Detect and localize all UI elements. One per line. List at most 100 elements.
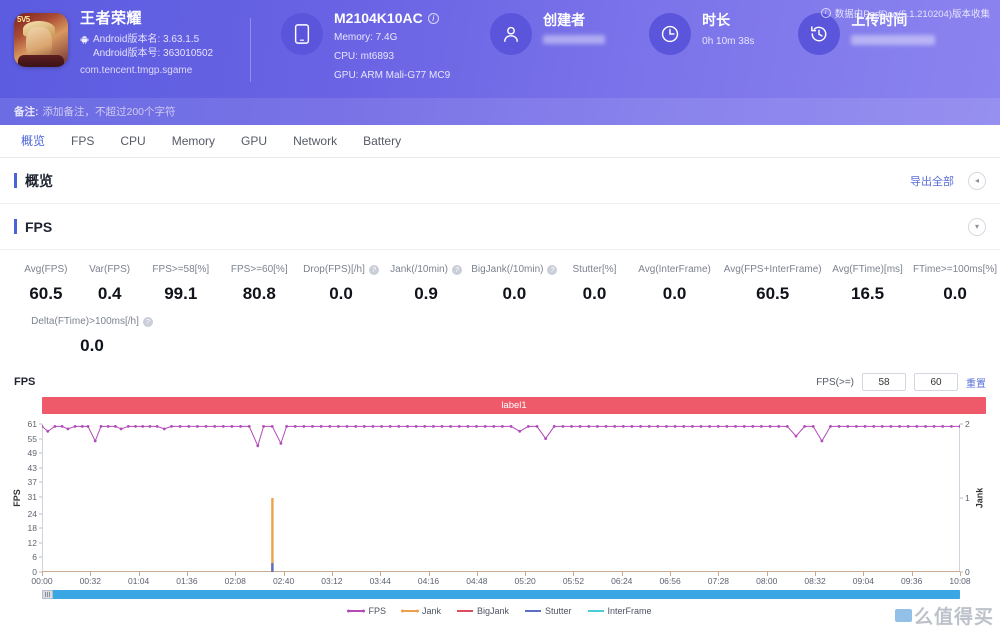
y-axis-tick-label: 55 bbox=[28, 434, 37, 444]
y-axis-tick-label: 24 bbox=[28, 509, 37, 519]
chart-range-scrollbar[interactable] bbox=[42, 590, 960, 599]
metric-value: 0.0 bbox=[560, 284, 629, 304]
app-version-name-row: Android版本名: 3.63.1.5 bbox=[80, 33, 213, 46]
series-point-fps bbox=[803, 425, 806, 428]
legend-label: InterFrame bbox=[608, 606, 652, 616]
series-point-fps bbox=[786, 425, 789, 428]
series-point-fps bbox=[924, 425, 927, 428]
series-point-fps bbox=[717, 425, 720, 428]
series-point-fps bbox=[743, 425, 746, 428]
help-icon[interactable]: ? bbox=[452, 265, 462, 275]
app-icon-art-shoulder bbox=[18, 55, 64, 67]
x-axis-tick-label: 10:08 bbox=[949, 576, 970, 586]
series-point-fps bbox=[751, 425, 754, 428]
export-all-button[interactable]: 导出全部 bbox=[910, 173, 954, 189]
series-point-fps bbox=[890, 425, 893, 428]
series-point-fps bbox=[484, 425, 487, 428]
remark-input-row[interactable]: 备注: 添加备注，不超过200个字符 bbox=[0, 98, 1000, 125]
series-point-fps bbox=[187, 425, 190, 428]
fps-threshold-b-input[interactable] bbox=[914, 373, 958, 391]
metrics-row-secondary: Delta(FTime)>100ms[/h]?0.0 bbox=[0, 316, 1000, 356]
x-axis-tick-label: 00:32 bbox=[80, 576, 101, 586]
collapse-left-icon[interactable]: ◂ bbox=[968, 172, 986, 190]
perfdog-version-text: 数据由PerfDog(5.1.210204)版本收集 bbox=[835, 6, 990, 20]
x-axis-tick-label: 04:16 bbox=[418, 576, 439, 586]
series-point-fps bbox=[94, 440, 97, 443]
series-point-fps bbox=[959, 425, 960, 428]
series-point-fps bbox=[294, 425, 297, 428]
series-point-fps bbox=[311, 425, 314, 428]
series-point-fps bbox=[163, 428, 166, 431]
scene-label-bar[interactable]: label1 bbox=[42, 397, 986, 414]
series-point-fps bbox=[553, 425, 556, 428]
tab-概览[interactable]: 概览 bbox=[8, 125, 58, 158]
help-icon[interactable]: ? bbox=[547, 265, 557, 275]
legend-item[interactable]: InterFrame bbox=[588, 606, 652, 616]
metric-cell: Delta(FTime)>100ms[/h]?0.0 bbox=[14, 316, 170, 356]
x-axis-tick-label: 05:20 bbox=[515, 576, 536, 586]
metric-label: Drop(FPS)[/h]? bbox=[299, 264, 384, 275]
app-package-name: com.tencent.tmgp.sgame bbox=[80, 65, 213, 76]
y-axis-tick-label: 31 bbox=[28, 492, 37, 502]
remark-placeholder[interactable]: 添加备注，不超过200个字符 bbox=[43, 104, 176, 119]
tab-memory[interactable]: Memory bbox=[159, 125, 228, 158]
series-point-fps bbox=[81, 425, 84, 428]
tab-cpu[interactable]: CPU bbox=[107, 125, 158, 158]
fps-threshold-a-input[interactable] bbox=[862, 373, 906, 391]
x-axis-tick-label: 05:52 bbox=[563, 576, 584, 586]
y2-axis-tick-mark bbox=[960, 424, 963, 425]
help-icon[interactable]: ? bbox=[143, 317, 153, 327]
info-icon[interactable]: i bbox=[428, 13, 439, 24]
tab-network[interactable]: Network bbox=[280, 125, 350, 158]
chevron-down-icon[interactable]: ▾ bbox=[968, 218, 986, 236]
series-point-fps bbox=[467, 425, 470, 428]
help-icon[interactable]: ? bbox=[369, 265, 379, 275]
series-line-fps bbox=[42, 426, 960, 445]
fps-chart: FPS FPS(>=) 重置 label1 FPS Jank 615549433… bbox=[0, 370, 1000, 618]
series-point-fps bbox=[475, 425, 478, 428]
fps-plot-area[interactable]: FPS Jank 61554943373124181260210 bbox=[42, 424, 960, 572]
scrollbar-handle[interactable] bbox=[42, 590, 53, 599]
series-point-fps bbox=[933, 425, 936, 428]
series-point-fps bbox=[527, 425, 530, 428]
tab-battery[interactable]: Battery bbox=[350, 125, 414, 158]
series-point-fps bbox=[114, 425, 117, 428]
series-point-fps bbox=[100, 425, 103, 428]
legend-item[interactable]: BigJank bbox=[457, 606, 509, 616]
android-icon bbox=[80, 35, 89, 44]
series-point-fps bbox=[639, 425, 642, 428]
reset-thresholds-button[interactable]: 重置 bbox=[966, 375, 986, 390]
legend-swatch bbox=[402, 610, 418, 612]
redacted-upload-time bbox=[851, 35, 935, 45]
series-point-fps bbox=[231, 425, 234, 428]
series-point-fps bbox=[855, 425, 858, 428]
clock-icon bbox=[649, 13, 691, 55]
series-point-fps bbox=[492, 425, 495, 428]
creator-info-block: 创建者 bbox=[490, 10, 605, 55]
series-point-fps bbox=[262, 425, 265, 428]
series-point-fps bbox=[760, 425, 763, 428]
series-point-fps bbox=[74, 425, 77, 428]
legend-item[interactable]: Stutter bbox=[525, 606, 572, 616]
series-point-fps bbox=[256, 444, 259, 447]
device-memory: Memory: 7.4G bbox=[334, 31, 450, 45]
legend-item[interactable]: FPS bbox=[348, 606, 386, 616]
series-point-fps bbox=[536, 425, 539, 428]
metric-value: 80.8 bbox=[220, 284, 298, 304]
x-axis-tick-label: 06:56 bbox=[659, 576, 680, 586]
series-point-fps bbox=[907, 425, 910, 428]
series-point-fps bbox=[613, 425, 616, 428]
series-point-fps bbox=[120, 428, 123, 431]
tab-fps[interactable]: FPS bbox=[58, 125, 107, 158]
fps-metrics: Avg(FPS)60.5Var(FPS)0.4FPS>=58[%]99.1FPS… bbox=[0, 250, 1000, 360]
legend-label: Jank bbox=[422, 606, 441, 616]
legend-swatch bbox=[525, 610, 541, 612]
series-point-fps bbox=[605, 425, 608, 428]
series-point-fps bbox=[432, 425, 435, 428]
series-point-fps bbox=[239, 425, 242, 428]
metrics-row-primary: Avg(FPS)60.5Var(FPS)0.4FPS>=58[%]99.1FPS… bbox=[0, 264, 1000, 304]
x-axis-tick-label: 04:48 bbox=[466, 576, 487, 586]
legend-item[interactable]: Jank bbox=[402, 606, 441, 616]
fps-chart-title: FPS bbox=[14, 376, 35, 388]
tab-gpu[interactable]: GPU bbox=[228, 125, 280, 158]
